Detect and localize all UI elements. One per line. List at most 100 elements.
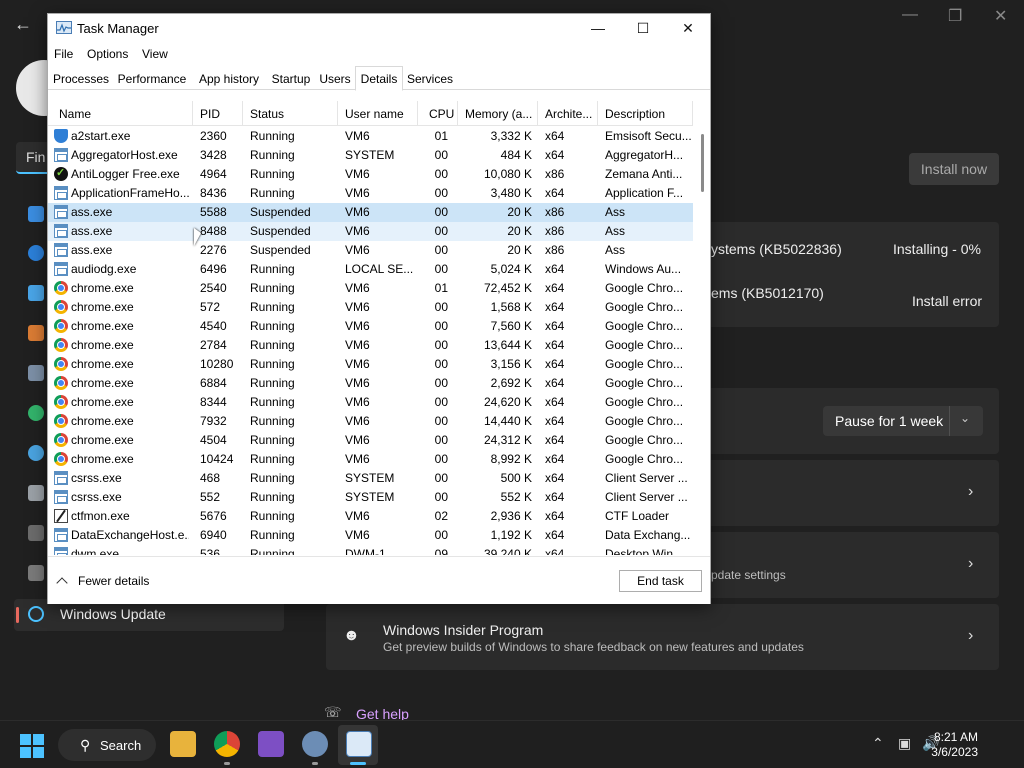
table-row[interactable]: chrome.exe 10280 Running VM6 00 3,156 K x64 Goo… — [48, 355, 693, 374]
col-description[interactable]: Description — [598, 101, 693, 126]
col-cpu[interactable]: CPU — [418, 101, 458, 126]
update2-status: Install error — [912, 293, 983, 309]
col-status[interactable]: Status — [243, 101, 338, 126]
tab-startup[interactable]: Startup — [268, 68, 314, 90]
table-row[interactable]: chrome.exe 4504 Running VM6 00 24,312 K x64 Goo… — [48, 431, 693, 450]
table-row[interactable]: a2start.exe 2360 Running VM6 01 3,332 K x64 Ems… — [48, 127, 693, 146]
table-row[interactable]: csrss.exe 552 Running SYSTEM 00 552 K x64 Clien… — [48, 488, 693, 507]
windows-logo-tile — [20, 734, 31, 745]
table-row[interactable]: audiodg.exe 6496 Running LOCAL SE... 00 5,024… — [48, 260, 693, 279]
col-pid[interactable]: PID — [193, 101, 243, 126]
nav-time-icon[interactable] — [28, 445, 44, 461]
table-row[interactable]: ApplicationFrameHo... 8436 Running VM6 00 3,4… — [48, 184, 693, 203]
cell-cpu: 00 — [434, 471, 448, 485]
tab-services[interactable]: Services — [406, 68, 454, 90]
pause-updates-dropdown[interactable]: Pause for 1 week ⌄ — [823, 406, 983, 436]
close-button[interactable]: ✕ — [665, 14, 711, 43]
chevron-up-icon[interactable]: ⌃ — [872, 735, 884, 752]
table-row[interactable]: chrome.exe 6884 Running VM6 00 2,692 K x64 Goog… — [48, 374, 693, 393]
table-row[interactable]: chrome.exe 7932 Running VM6 00 14,440 K x64 Goo… — [48, 412, 693, 431]
cell-arch: x64 — [545, 471, 565, 485]
menu-view[interactable]: View — [142, 47, 168, 61]
cell-cpu: 00 — [434, 319, 448, 333]
col-user-name[interactable]: User name — [338, 101, 418, 126]
cell-desc: CTF Loader — [605, 509, 670, 523]
cell-desc: Data Exchang... — [605, 528, 691, 542]
maximize-button[interactable]: ☐ — [620, 14, 666, 43]
nav-bluetooth-icon[interactable] — [28, 245, 44, 261]
vertical-scrollbar[interactable] — [695, 101, 710, 555]
table-row[interactable]: chrome.exe 8344 Running VM6 00 24,620 K x64 Goo… — [48, 393, 693, 412]
table-row[interactable]: chrome.exe 4540 Running VM6 00 7,560 K x64 Goog… — [48, 317, 693, 336]
tab-processes[interactable]: Processes — [52, 68, 110, 90]
table-row[interactable]: AggregatorHost.exe 3428 Running SYSTEM 00 484… — [48, 146, 693, 165]
title-bar[interactable]: Task Manager — ☐ ✕ — [48, 14, 710, 43]
col-memory[interactable]: Memory (a... — [458, 101, 538, 126]
table-row[interactable]: csrss.exe 468 Running SYSTEM 00 500 K x64 Clien… — [48, 469, 693, 488]
bg-maximize-icon[interactable]: ❐ — [948, 6, 962, 26]
cell-cpu: 00 — [434, 452, 448, 466]
nav-system-icon[interactable] — [28, 206, 44, 222]
nav-gaming-icon[interactable] — [28, 485, 44, 501]
tab-users[interactable]: Users — [318, 68, 352, 90]
process-table: ⌃ Name PID Status User name CPU Memory (… — [48, 101, 710, 555]
table-row[interactable]: ass.exe 8488 Suspended VM6 00 20 K x86 Ass — [48, 222, 693, 241]
tab-app-history[interactable]: App history — [194, 68, 264, 90]
cell-desc: Google Chro... — [605, 338, 684, 352]
visual-studio-icon[interactable] — [258, 731, 284, 757]
table-row[interactable]: dwm.exe 536 Running DWM-1 09 39,240 K x64 Deskt… — [48, 545, 693, 555]
nav-apps-icon[interactable] — [28, 365, 44, 381]
nav-accessibility-icon[interactable] — [28, 525, 44, 541]
start-button[interactable] — [20, 734, 44, 758]
cell-cpu: 00 — [434, 528, 448, 542]
nav-personalization-icon[interactable] — [28, 325, 44, 341]
col-architecture[interactable]: Archite... — [538, 101, 598, 126]
table-row[interactable]: ass.exe 2276 Suspended VM6 00 20 K x86 Ass — [48, 241, 693, 260]
cell-name: csrss.exe — [71, 471, 122, 485]
table-row[interactable]: AntiLogger Free.exe 4964 Running VM6 00 10,08… — [48, 165, 693, 184]
nav-privacy-icon[interactable] — [28, 565, 44, 581]
tab-details[interactable]: Details — [355, 66, 403, 91]
network-icon[interactable]: ▣ — [898, 735, 911, 752]
table-row[interactable]: chrome.exe 572 Running VM6 00 1,568 K x64 Googl… — [48, 298, 693, 317]
tab-strip: Processes Performance App history Startu… — [48, 66, 710, 91]
cell-mem: 72,452 K — [483, 281, 532, 295]
cell-user: VM6 — [345, 319, 370, 333]
cell-name: ass.exe — [71, 243, 113, 257]
cell-arch: x86 — [545, 224, 565, 238]
col-name[interactable]: Name — [48, 101, 193, 126]
tab-performance[interactable]: Performance — [114, 68, 190, 90]
file-explorer-icon[interactable] — [170, 731, 196, 757]
cell-mem: 20 K — [507, 224, 532, 238]
end-task-button[interactable]: End task — [619, 570, 702, 592]
menu-file[interactable]: File — [54, 47, 73, 61]
bg-close-icon[interactable]: ✕ — [994, 6, 1007, 26]
chrome-icon[interactable] — [214, 731, 240, 757]
menu-options[interactable]: Options — [87, 47, 128, 61]
table-row[interactable]: chrome.exe 2784 Running VM6 00 13,644 K x64 Goo… — [48, 336, 693, 355]
back-arrow-icon[interactable]: ← — [14, 14, 32, 35]
cell-user: DWM-1 — [345, 547, 386, 555]
install-now-button[interactable]: Install now — [909, 153, 999, 185]
nav-network-icon[interactable] — [28, 285, 44, 301]
minimize-button[interactable]: — — [575, 14, 621, 43]
chrome-process-icon — [54, 433, 68, 447]
scrollbar-thumb[interactable] — [701, 134, 704, 192]
cell-pid: 572 — [200, 300, 221, 314]
nav-accounts-icon[interactable] — [28, 405, 44, 421]
clock-date: 3/6/2023 — [931, 745, 978, 759]
clock[interactable]: 8:21 AM 3/6/2023 — [931, 730, 978, 760]
cell-status: Running — [250, 262, 295, 276]
table-row[interactable]: DataExchangeHost.e... 6940 Running VM6 00 1,1… — [48, 526, 693, 545]
cell-mem: 484 K — [500, 148, 532, 162]
table-row[interactable]: chrome.exe 2540 Running VM6 01 72,452 K x64 Goo… — [48, 279, 693, 298]
table-row[interactable]: chrome.exe 10424 Running VM6 00 8,992 K x64 Goo… — [48, 450, 693, 469]
taskbar-search-button[interactable]: ⚲ Search — [58, 729, 156, 761]
settings-gear-icon[interactable] — [302, 731, 328, 757]
table-row[interactable]: ass.exe 5588 Suspended VM6 00 20 K x86 Ass — [48, 203, 693, 222]
windows-update-icon — [28, 606, 44, 622]
table-row[interactable]: ctfmon.exe 5676 Running VM6 02 2,936 K x64 CTF … — [48, 507, 693, 526]
fewer-details-button[interactable]: Fewer details — [56, 574, 149, 589]
chevron-right-icon: › — [968, 555, 974, 572]
bg-minimize-icon[interactable]: — — [902, 6, 918, 24]
